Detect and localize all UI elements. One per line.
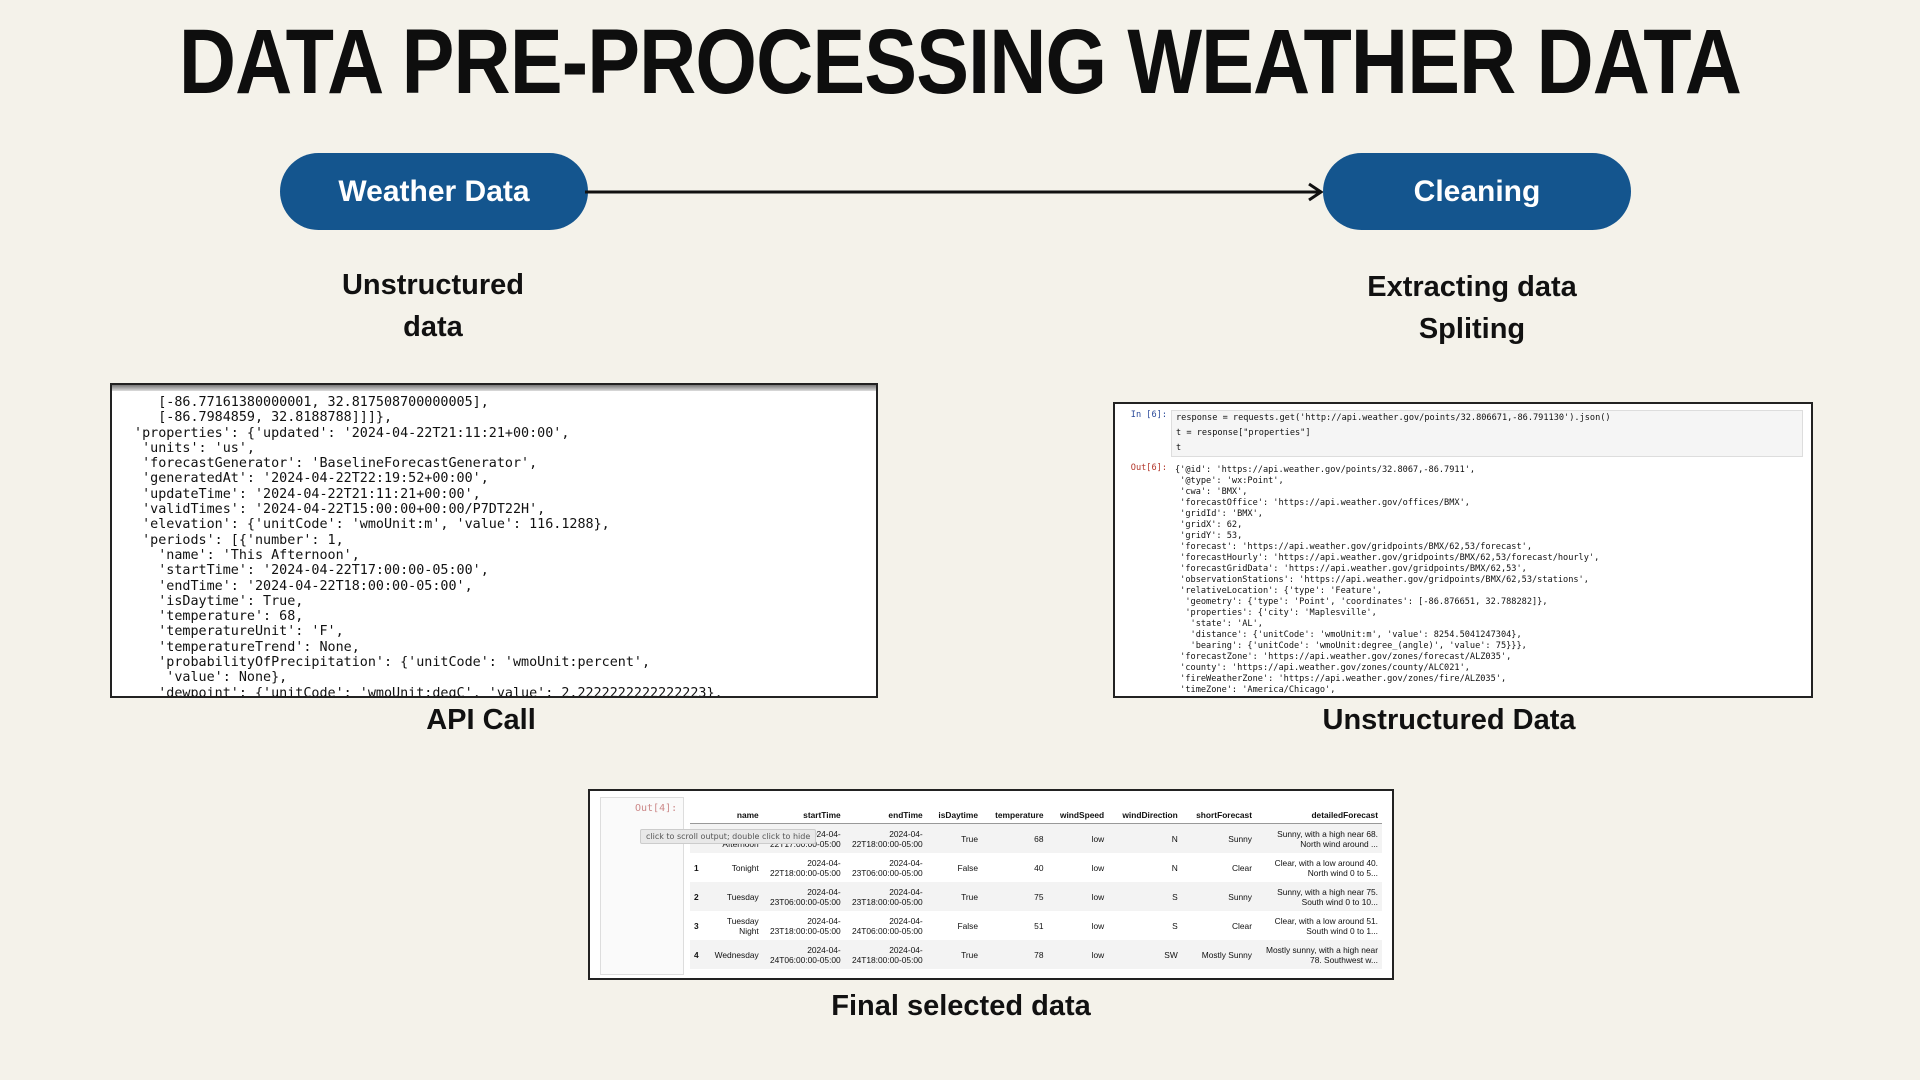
caption-line: Extracting data: [1367, 271, 1577, 303]
column-header: windSpeed: [1047, 807, 1109, 824]
table-cell: low: [1091, 862, 1105, 873]
api-response-code: [-86.77161380000001, 32.817508700000005]…: [134, 395, 723, 698]
table-row: 1 Tonight 2024-04-22T18:00:00-05:00 2024-04…: [690, 853, 1382, 882]
table-cell: True: [926, 882, 982, 911]
table-cell: Clear, with a low around 51. South wind …: [1274, 915, 1378, 936]
column-header: [690, 807, 705, 824]
table-cell: 40: [1034, 862, 1044, 873]
column-header: windDirection: [1108, 807, 1182, 824]
caption-line: Unstructured: [341, 269, 525, 301]
table-cell: Mostly Sunny: [1181, 940, 1256, 969]
column-header: detailedForecast: [1256, 807, 1382, 824]
table-row: 4 Wednesday 2024-04-24T06:00:00-05:00 2024-…: [690, 940, 1382, 969]
column-header: shortForecast: [1181, 807, 1256, 824]
table-cell: Sunny: [1181, 882, 1256, 911]
table-cell: True: [926, 940, 982, 969]
table-cell: 1: [694, 862, 699, 873]
table-cell: Tuesday Night: [726, 915, 759, 936]
table-row: 2 Tuesday 2024-04-23T06:00:00-05:00 2024-04…: [690, 882, 1382, 911]
cleaning-node: Cleaning: [1323, 153, 1631, 230]
table-cell: Clear: [1231, 862, 1252, 873]
unstructured-data-panel-caption: Unstructured Data: [1322, 704, 1576, 736]
table-cell: 2024-04-24T18:00:00-05:00: [844, 940, 927, 969]
api-call-caption: API Call: [426, 704, 536, 736]
input-prompt: In [6]:: [1130, 410, 1167, 420]
table-cell: False: [957, 920, 978, 931]
output-gutter[interactable]: [600, 797, 684, 975]
table-header-row: name startTime endTime isDaytime temperature…: [690, 807, 1382, 824]
api-call-screenshot: [-86.77161380000001, 32.817508700000005]…: [110, 383, 878, 698]
notebook-output-screenshot: In [6]: response = requests.get('http://…: [1113, 402, 1813, 698]
table-cell: N: [1108, 823, 1182, 853]
column-header: isDaytime: [926, 807, 982, 824]
table-cell: low: [1047, 823, 1109, 853]
table-cell: Tonight: [731, 862, 759, 873]
table-cell: Mostly sunny, with a high near 78. South…: [1256, 940, 1382, 969]
output-prompt: Out[6]:: [1130, 463, 1167, 473]
table-cell: 51: [1034, 920, 1044, 931]
table-cell: 3: [694, 920, 699, 931]
table-cell: Sunny, with a high near 68. North wind a…: [1256, 823, 1382, 853]
table-cell: Wednesday: [704, 940, 763, 969]
table-cell: 78: [981, 940, 1048, 969]
table-cell: Sunny, with a high near 75. South wind 0…: [1256, 882, 1382, 911]
table-cell: 75: [981, 882, 1048, 911]
table-cell: Clear: [1231, 920, 1252, 931]
table-cell: SW: [1108, 940, 1182, 969]
table-cell: low: [1047, 882, 1109, 911]
scroll-tooltip: click to scroll output; double click to …: [640, 829, 817, 844]
table-cell: 4: [690, 940, 705, 969]
table-cell: S: [1108, 882, 1182, 911]
table-cell: 2024-04-23T18:00:00-05:00: [769, 915, 841, 936]
table-cell: 2024-04-23T06:00:00-05:00: [851, 857, 923, 878]
table-cell: low: [1047, 940, 1109, 969]
column-header: name: [704, 807, 763, 824]
table-cell: 2024-04-23T06:00:00-05:00: [762, 882, 845, 911]
page-title: DATA PRE-PROCESSING WEATHER DATA: [178, 11, 1742, 113]
table-cell: Clear, with a low around 40. North wind …: [1274, 857, 1378, 878]
table-cell: low: [1091, 920, 1105, 931]
unstructured-data-caption: Unstructured data: [283, 264, 583, 348]
table-row: 3 Tuesday Night 2024-04-23T18:00:00-05:00 2…: [690, 911, 1382, 940]
table-cell: 68: [981, 823, 1048, 853]
column-header: temperature: [981, 807, 1048, 824]
table-cell: 2: [690, 882, 705, 911]
table-cell: False: [957, 862, 978, 873]
column-header: startTime: [762, 807, 845, 824]
code-line: t = response["properties"]: [1176, 428, 1311, 438]
table-cell: True: [926, 823, 982, 853]
table-body: 0This Afternoon2024-04-22T17:00:00-05:00…: [690, 823, 1382, 969]
final-data-caption: Final selected data: [831, 990, 1091, 1022]
table-cell: 2024-04-23T18:00:00-05:00: [844, 882, 927, 911]
dataframe-screenshot: Out[4]: click to scroll output; double c…: [588, 789, 1394, 980]
table-cell: Tuesday: [704, 882, 763, 911]
code-line: t: [1176, 443, 1182, 453]
table-cell: Sunny: [1181, 823, 1256, 853]
table-cell: N: [1171, 862, 1178, 873]
notebook-output-cell: Out[6]: {'@id': 'https://api.weather.gov…: [1115, 463, 1811, 696]
code-line: response = requests.get('http://api.weat…: [1176, 413, 1611, 423]
table-cell: 2024-04-22T18:00:00-05:00: [844, 823, 927, 853]
cleaning-caption: Extracting data Spliting: [1322, 266, 1622, 350]
caption-line: data: [403, 311, 463, 343]
table-cell: 2024-04-24T06:00:00-05:00: [762, 940, 845, 969]
table-cell: 2024-04-24T06:00:00-05:00: [851, 915, 923, 936]
table-cell: S: [1172, 920, 1178, 931]
json-output: {'@id': 'https://api.weather.gov/points/…: [1175, 465, 1600, 695]
dataframe-output: Out[4]: click to scroll output; double c…: [600, 797, 1384, 975]
weather-data-node: Weather Data: [280, 153, 588, 230]
notebook-input-cell: In [6]: response = requests.get('http://…: [1115, 410, 1811, 457]
column-header: endTime: [844, 807, 927, 824]
table-cell: 2024-04-22T18:00:00-05:00: [769, 857, 841, 878]
caption-line: Spliting: [1418, 313, 1526, 345]
code-cell[interactable]: response = requests.get('http://api.weat…: [1171, 410, 1803, 457]
output-prompt: Out[4]:: [635, 803, 678, 814]
flow-arrow: [585, 182, 1324, 202]
